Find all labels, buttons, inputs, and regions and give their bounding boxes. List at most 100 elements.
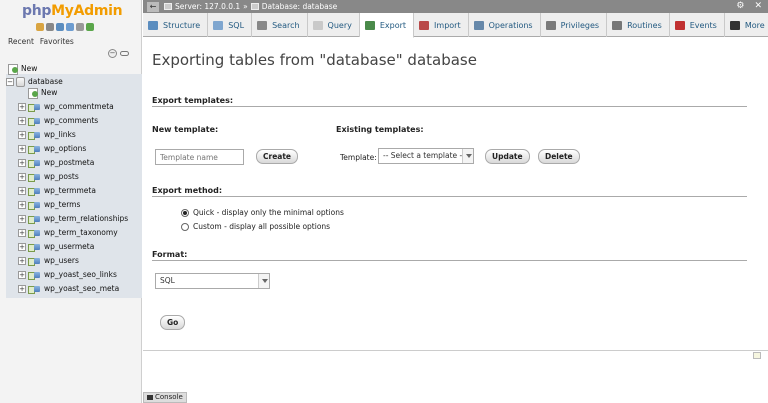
new-database-icon bbox=[8, 64, 18, 75]
table-label: wp_term_relationships bbox=[44, 214, 129, 223]
settings-icon[interactable] bbox=[76, 23, 84, 31]
tab-favorites[interactable]: Favorites bbox=[40, 37, 74, 46]
tab-query[interactable]: Query bbox=[308, 13, 360, 37]
tree-controls: − bbox=[108, 49, 129, 58]
go-button[interactable]: Go bbox=[160, 315, 186, 330]
table-icon bbox=[28, 131, 41, 140]
template-name-input[interactable] bbox=[155, 149, 244, 165]
expand-icon[interactable]: + bbox=[18, 228, 26, 237]
divider bbox=[152, 106, 747, 107]
database-icon bbox=[16, 76, 25, 87]
tab-routines[interactable]: Routines bbox=[607, 13, 670, 37]
expand-icon[interactable]: + bbox=[18, 102, 26, 111]
expand-icon[interactable]: + bbox=[18, 116, 26, 125]
expand-icon[interactable]: + bbox=[18, 214, 26, 223]
import-icon bbox=[419, 20, 430, 30]
sidebar-table-item[interactable]: + wp_postmeta bbox=[18, 156, 94, 169]
existing-templates-label: Existing templates: bbox=[336, 125, 424, 134]
breadcrumb-database[interactable]: Database: database bbox=[262, 2, 337, 11]
export-icon bbox=[364, 20, 375, 30]
expand-icon[interactable]: + bbox=[18, 172, 26, 181]
console-toggle[interactable]: Console bbox=[143, 392, 187, 403]
method-custom-option[interactable]: Custom - display all possible options bbox=[181, 222, 330, 231]
tab-privileges[interactable]: Privileges bbox=[541, 13, 608, 37]
sidebar-table-item[interactable]: + wp_termmeta bbox=[18, 184, 96, 197]
sidebar-table-item[interactable]: + wp_terms bbox=[18, 198, 80, 211]
create-button[interactable]: Create bbox=[256, 149, 299, 164]
database-icon bbox=[250, 3, 259, 10]
privileges-icon bbox=[545, 20, 556, 30]
update-button[interactable]: Update bbox=[485, 149, 530, 164]
tree-item-db-new[interactable]: New bbox=[28, 86, 57, 99]
tab-sql[interactable]: SQL bbox=[208, 13, 253, 37]
tab-label: More bbox=[744, 20, 765, 30]
sidebar-table-item[interactable]: + wp_posts bbox=[18, 170, 79, 183]
breadcrumb-server[interactable]: Server: 127.0.0.1 bbox=[175, 2, 240, 11]
expand-icon[interactable]: + bbox=[18, 130, 26, 139]
tab-import[interactable]: Import bbox=[414, 13, 469, 37]
table-label: wp_users bbox=[44, 256, 79, 265]
home-icon[interactable] bbox=[36, 23, 44, 31]
link-icon[interactable] bbox=[120, 51, 129, 56]
expand-icon[interactable]: + bbox=[18, 256, 26, 265]
resize-icon[interactable] bbox=[753, 352, 761, 359]
tab-structure[interactable]: Structure bbox=[143, 13, 209, 37]
query-window-icon[interactable] bbox=[56, 23, 64, 31]
tree-item-new[interactable]: New bbox=[8, 62, 37, 75]
reload-icon[interactable] bbox=[86, 23, 94, 31]
collapse-icon[interactable]: − bbox=[6, 77, 14, 86]
sidebar-table-item[interactable]: + wp_yoast_seo_links bbox=[18, 268, 117, 281]
console-label: Console bbox=[155, 393, 183, 401]
structure-icon bbox=[148, 20, 158, 30]
sidebar-table-item[interactable]: + wp_comments bbox=[18, 114, 98, 127]
sidebar-table-item[interactable]: + wp_users bbox=[18, 254, 79, 267]
table-icon bbox=[28, 201, 41, 210]
sidebar-table-item[interactable]: + wp_term_relationships bbox=[18, 212, 128, 225]
tab-operations[interactable]: Operations bbox=[469, 13, 541, 37]
logout-icon[interactable] bbox=[46, 23, 54, 31]
radio-custom[interactable] bbox=[181, 222, 189, 231]
radio-quick[interactable] bbox=[181, 208, 189, 217]
close-icon[interactable]: ✕ bbox=[754, 1, 762, 11]
expand-icon[interactable]: + bbox=[18, 200, 26, 209]
tab-search[interactable]: Search bbox=[252, 13, 308, 37]
gear-icon[interactable]: ⚙ bbox=[736, 1, 744, 11]
format-select-value: SQL bbox=[160, 276, 175, 285]
expand-icon[interactable]: + bbox=[18, 158, 26, 167]
table-icon bbox=[28, 271, 41, 280]
sidebar-table-item[interactable]: + wp_links bbox=[18, 128, 76, 141]
tab-events[interactable]: Events bbox=[670, 13, 725, 37]
table-label: wp_options bbox=[44, 144, 87, 153]
console-icon bbox=[147, 394, 153, 400]
expand-icon[interactable]: + bbox=[18, 186, 26, 195]
table-icon bbox=[28, 215, 41, 224]
sidebar-table-item[interactable]: + wp_options bbox=[18, 142, 86, 155]
tab-more[interactable]: More bbox=[725, 13, 768, 37]
format-select[interactable]: SQL bbox=[155, 273, 270, 289]
export-templates-heading: Export templates: bbox=[152, 96, 234, 105]
tab-export[interactable]: Export bbox=[359, 13, 415, 38]
docs-icon[interactable] bbox=[66, 23, 74, 31]
table-label: wp_term_taxonomy bbox=[44, 228, 118, 237]
table-label: wp_posts bbox=[44, 172, 79, 181]
divider bbox=[152, 260, 747, 261]
sidebar-table-item[interactable]: + wp_yoast_seo_meta bbox=[18, 282, 119, 295]
sidebar-table-item[interactable]: + wp_term_taxonomy bbox=[18, 226, 118, 239]
tab-recent[interactable]: Recent bbox=[8, 37, 34, 46]
sidebar-table-item[interactable]: + wp_usermeta bbox=[18, 240, 94, 253]
phpmyadmin-logo[interactable]: phpMyAdmin bbox=[22, 3, 123, 19]
template-select[interactable]: -- Select a template -- bbox=[378, 148, 474, 164]
table-label: wp_links bbox=[44, 130, 76, 139]
collapse-all-icon[interactable]: − bbox=[108, 49, 117, 58]
tab-label: Operations bbox=[488, 20, 533, 30]
method-quick-option[interactable]: Quick - display only the minimal options bbox=[181, 208, 344, 217]
back-arrow-icon[interactable]: ← bbox=[147, 1, 159, 12]
expand-icon[interactable]: + bbox=[18, 270, 26, 279]
expand-icon[interactable]: + bbox=[18, 242, 26, 251]
expand-icon[interactable]: + bbox=[18, 284, 26, 293]
sidebar-table-item[interactable]: + wp_commentmeta bbox=[18, 100, 114, 113]
delete-button[interactable]: Delete bbox=[538, 149, 580, 164]
table-label: wp_terms bbox=[44, 200, 81, 209]
expand-icon[interactable]: + bbox=[18, 144, 26, 153]
tab-label: Query bbox=[327, 20, 352, 30]
